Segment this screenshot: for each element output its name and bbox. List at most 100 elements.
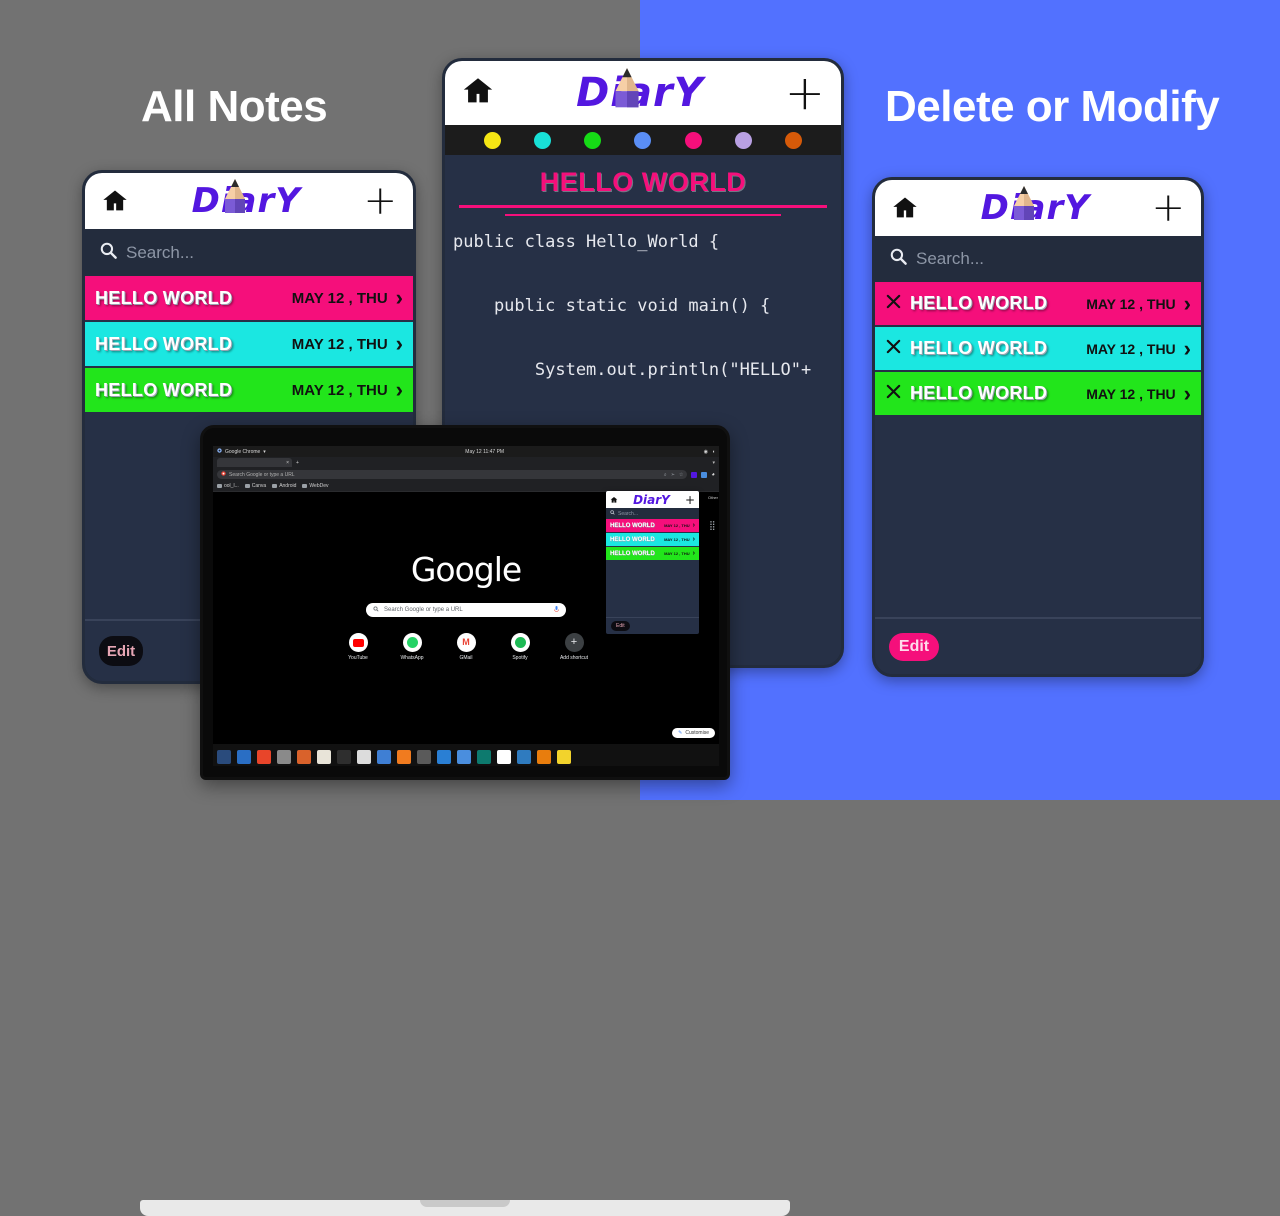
color-swatch-3[interactable] [584, 131, 602, 149]
delete-note-icon[interactable] [885, 383, 902, 405]
note-title: HELLO WORLD [610, 536, 655, 543]
search-input[interactable]: Search... [916, 249, 984, 269]
files-icon[interactable] [317, 750, 331, 764]
blender-icon[interactable] [537, 750, 551, 764]
customise-chrome-button[interactable]: ✎ Customise [672, 728, 715, 738]
extension-search-input[interactable]: Search... [618, 511, 638, 517]
vlc-icon[interactable] [397, 750, 411, 764]
text-editor-icon[interactable] [377, 750, 391, 764]
chevron-right-icon[interactable]: › [396, 331, 403, 357]
search-input[interactable]: Search... [126, 243, 194, 263]
shortcut-tile[interactable]: Spotify [503, 633, 537, 661]
plus-icon[interactable]: + [363, 181, 397, 221]
shortcut-tile[interactable]: YouTube [341, 633, 375, 661]
chevron-down-icon[interactable]: ▾ [712, 460, 715, 466]
shortcut-tile[interactable]: + Add shortcut [557, 633, 591, 661]
home-icon[interactable] [101, 187, 129, 215]
extension-puzzle-icon[interactable] [701, 471, 708, 478]
note-row[interactable]: HELLO WORLD MAY 12 , THU › [85, 276, 413, 322]
extension-note-row[interactable]: HELLO WORLD MAY 12 , THU › [606, 547, 699, 561]
chevron-right-icon[interactable]: › [693, 550, 695, 557]
system-tray[interactable]: ◉ ◖ [704, 449, 715, 455]
search-icon[interactable]: ⌕ [664, 472, 667, 478]
chrome-toolbar: Search Google or type a URL ⌕ ➣ ☆ ◕ [213, 468, 719, 481]
color-swatch-7[interactable] [785, 131, 803, 149]
color-swatch-2[interactable] [533, 131, 551, 149]
bookmark-star-icon[interactable]: ☆ [679, 472, 683, 478]
chevron-right-icon[interactable]: › [693, 522, 695, 529]
chevron-right-icon[interactable]: › [1184, 291, 1191, 317]
note-row[interactable]: HELLO WORLD MAY 12 , THU › [85, 368, 413, 414]
gimp-icon[interactable] [217, 750, 231, 764]
color-swatch-6[interactable] [735, 131, 753, 149]
writer-icon[interactable] [237, 750, 251, 764]
new-tab-button[interactable]: + [296, 460, 299, 466]
vscode-icon[interactable] [437, 750, 451, 764]
google-search-box[interactable]: Search Google or type a URL [366, 603, 566, 617]
home-icon[interactable] [461, 74, 495, 113]
extension-note-row[interactable]: HELLO WORLD MAY 12 , THU › [606, 519, 699, 533]
extension-edit-button[interactable]: Edit [611, 621, 630, 631]
note-title-block: HELLO WORLD [445, 155, 841, 216]
share-icon[interactable]: ➣ [671, 472, 675, 478]
color-swatch-5[interactable] [684, 131, 702, 149]
microphone-icon[interactable] [554, 605, 559, 615]
books-icon[interactable] [477, 750, 491, 764]
bookmark-item[interactable]: Android [272, 483, 296, 489]
chevron-right-icon[interactable]: › [396, 377, 403, 403]
browser-tab[interactable]: × [217, 458, 292, 467]
window-icon[interactable] [457, 750, 471, 764]
android-studio-icon[interactable] [257, 750, 271, 764]
database-icon[interactable] [277, 750, 291, 764]
color-swatch-4[interactable] [634, 131, 652, 149]
delete-note-icon[interactable] [885, 338, 902, 360]
chevron-right-icon[interactable]: › [1184, 381, 1191, 407]
home-icon[interactable] [891, 194, 919, 222]
search-icon[interactable] [357, 750, 371, 764]
extension-search-bar[interactable]: Search... [606, 508, 699, 519]
chrome-app-menu[interactable]: Google Chrome ▾ [217, 448, 266, 455]
shortcut-tile[interactable]: M GMail [449, 633, 483, 661]
scanner-icon[interactable] [517, 750, 531, 764]
shortcut-tile[interactable]: WhatsApp [395, 633, 429, 661]
settings-icon[interactable] [417, 750, 431, 764]
note-row[interactable]: HELLO WORLD MAY 12 , THU › [875, 327, 1201, 372]
extension-note-row[interactable]: HELLO WORLD MAY 12 , THU › [606, 533, 699, 547]
bookmark-item[interactable]: ool_l... [217, 483, 239, 489]
folder-icon [244, 484, 250, 488]
note-row[interactable]: HELLO WORLD MAY 12 , THU › [85, 322, 413, 368]
home-icon[interactable] [610, 491, 618, 509]
edit-button[interactable]: Edit [99, 636, 143, 666]
terminal-icon[interactable] [337, 750, 351, 764]
plus-icon[interactable]: + [685, 493, 695, 507]
chrome-icon[interactable] [497, 750, 511, 764]
plus-icon[interactable]: + [785, 69, 825, 117]
delete-note-icon[interactable] [885, 293, 902, 315]
side-panel-grip-icon[interactable]: ⣿ [709, 520, 717, 530]
omnibox-input[interactable]: Search Google or type a URL ⌕ ➣ ☆ [217, 470, 688, 479]
bookmark-item[interactable]: Canva [244, 483, 266, 489]
volume-icon[interactable]: ◉ [704, 449, 708, 455]
shortcut-label: YouTube [348, 655, 368, 661]
disk-icon[interactable] [557, 750, 571, 764]
note-row[interactable]: HELLO WORLD MAY 12 , THU › [875, 282, 1201, 327]
color-swatch-1[interactable] [483, 131, 501, 149]
search-bar[interactable]: Search... [85, 229, 413, 276]
plus-icon[interactable]: + [1151, 188, 1185, 228]
note-row[interactable]: HELLO WORLD MAY 12 , THU › [875, 372, 1201, 417]
chevron-down-icon[interactable]: ▾ [263, 449, 266, 455]
wifi-icon[interactable]: ◖ [712, 449, 715, 455]
profile-avatar[interactable]: ◕ [711, 472, 715, 478]
chevron-right-icon[interactable]: › [693, 536, 695, 543]
search-bar[interactable]: Search... [875, 236, 1201, 282]
extension-diary-icon[interactable] [691, 471, 698, 478]
chevron-right-icon[interactable]: › [1184, 336, 1191, 362]
other-bookmarks-label[interactable]: Other [708, 495, 718, 500]
impress-icon[interactable] [297, 750, 311, 764]
chevron-right-icon[interactable]: › [396, 285, 403, 311]
note-title: HELLO WORLD [610, 522, 655, 529]
edit-button[interactable]: Edit [889, 632, 939, 661]
bookmark-item[interactable]: WebDev [302, 483, 329, 489]
close-icon[interactable]: × [286, 460, 289, 466]
note-title: HELLO WORLD [539, 167, 747, 197]
